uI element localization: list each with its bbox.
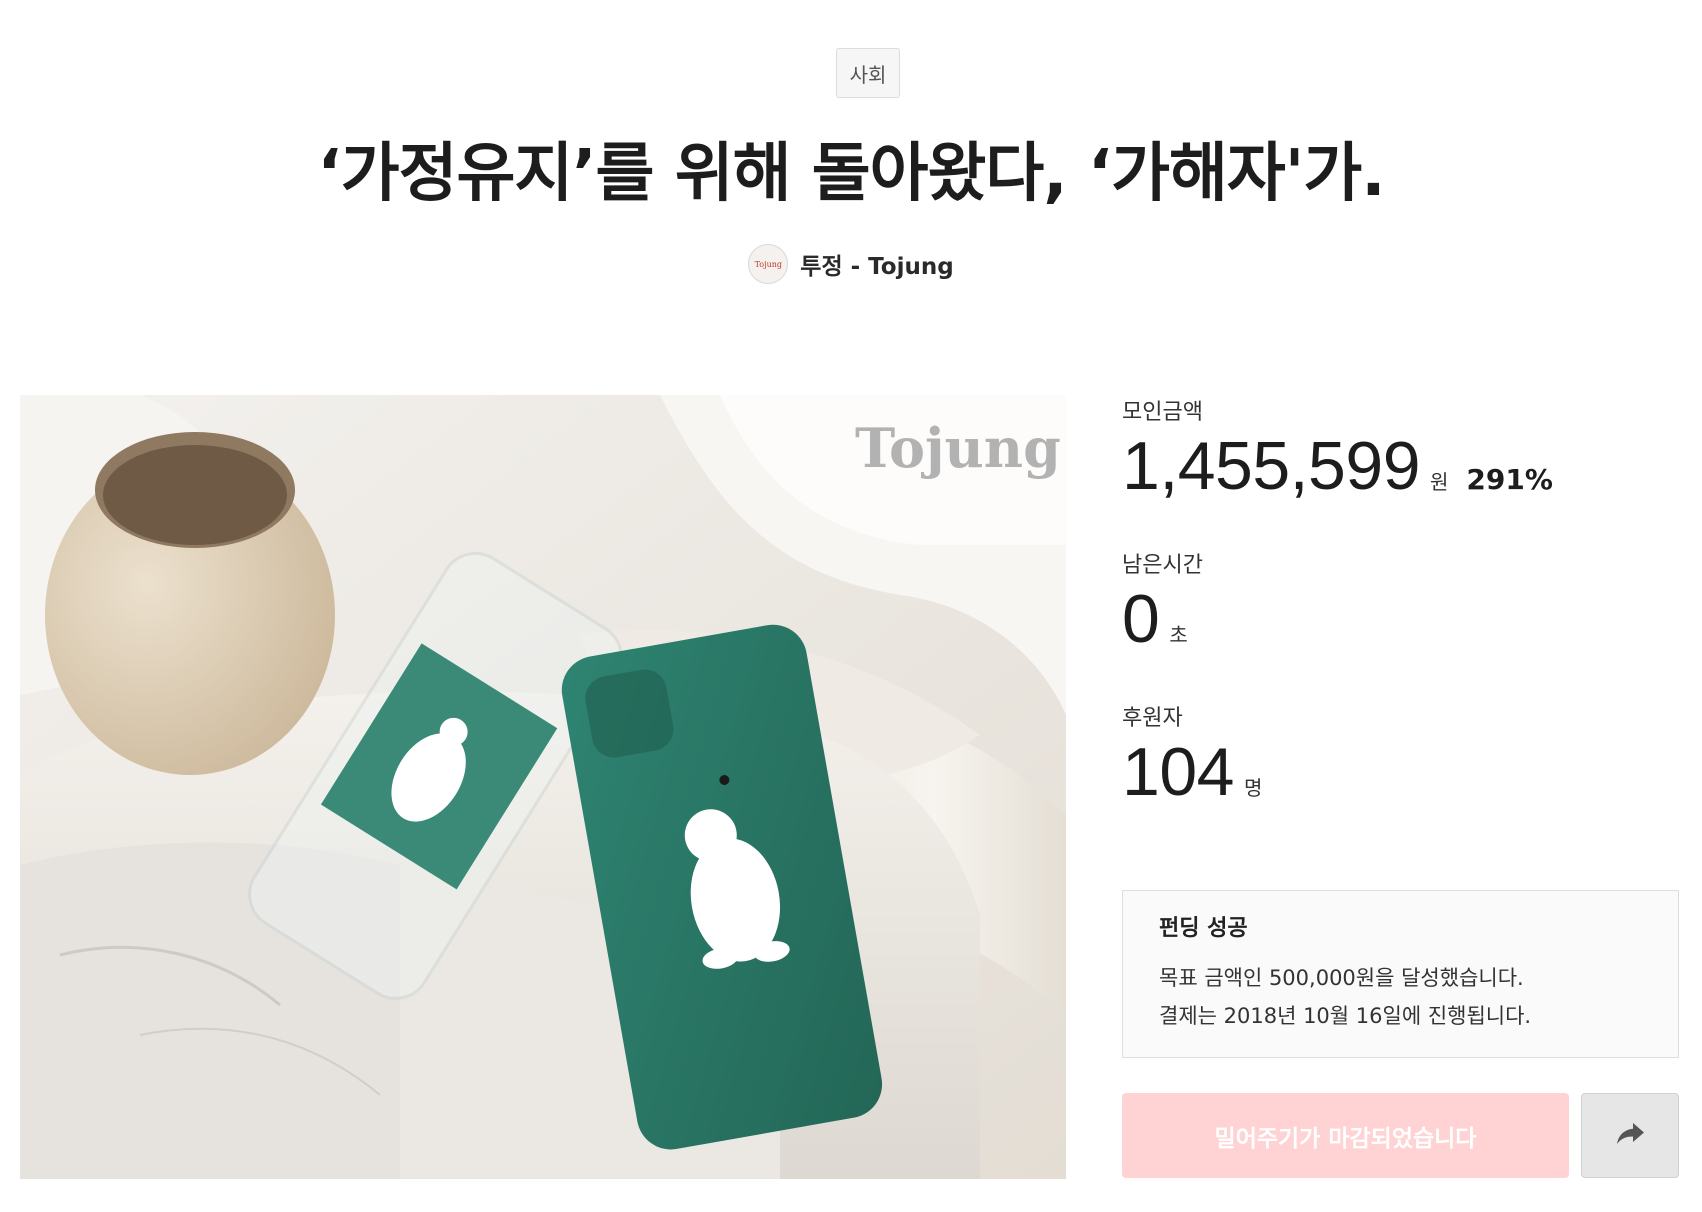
- creator-name[interactable]: 투정 - Tojung: [800, 247, 953, 281]
- project-image: Tojung: [20, 395, 1066, 1179]
- backers-unit: 명: [1243, 776, 1263, 800]
- stat-backers: 후원자 104 명: [1122, 704, 1262, 808]
- time-left-unit: 초: [1169, 623, 1188, 647]
- amount-unit: 원: [1430, 470, 1449, 494]
- watermark-text: Tojung: [855, 416, 1061, 480]
- backers-value: 104: [1122, 734, 1234, 810]
- page-title: ‘가정유지’를 위해 돌아왔다, ‘가해자'가.: [317, 137, 1385, 211]
- stat-label: 모인금액: [1122, 400, 1203, 425]
- stat-amount: 모인금액 1,455,599 원 291%: [1122, 398, 1553, 502]
- time-left-value: 0: [1122, 581, 1160, 657]
- project-page: 사회 ‘가정유지’를 위해 돌아왔다, ‘가해자'가. Tojung 투정 - …: [0, 0, 1702, 1212]
- creator-info: Tojung 투정 - Tojung: [0, 244, 1702, 284]
- funding-status-title: 펀딩 성공: [1159, 916, 1248, 941]
- amount-percent: 291%: [1466, 463, 1553, 496]
- stat-label: 남은시간: [1122, 553, 1203, 578]
- amount-value: 1,455,599: [1122, 428, 1421, 504]
- support-closed-button[interactable]: 밀어주기가 마감되었습니다: [1122, 1093, 1569, 1178]
- avatar[interactable]: Tojung: [748, 244, 789, 284]
- share-arrow-icon: [1615, 1122, 1645, 1150]
- funding-goal-text: 목표 금액인 500,000원을 달성했습니다.: [1159, 966, 1524, 990]
- funding-status-box: 펀딩 성공 목표 금액인 500,000원을 달성했습니다. 결제는 2018년…: [1122, 890, 1679, 1058]
- payment-date-text: 결제는 2018년 10월 16일에 진행됩니다.: [1159, 1004, 1532, 1028]
- stat-time-left: 남은시간 0 초: [1122, 551, 1203, 655]
- category-badge[interactable]: 사회: [836, 48, 900, 98]
- share-button[interactable]: [1581, 1093, 1679, 1178]
- stat-label: 후원자: [1122, 706, 1183, 731]
